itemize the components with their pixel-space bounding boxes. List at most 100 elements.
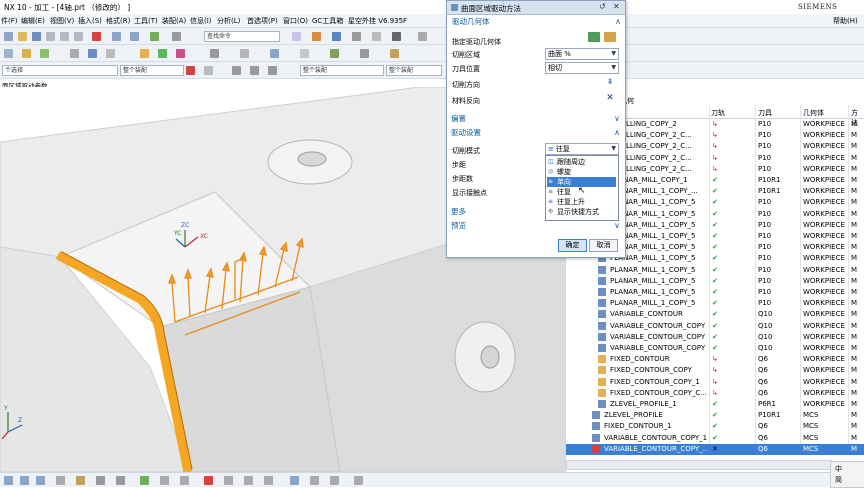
view-right-icon[interactable]	[36, 476, 45, 485]
snap-point-icon[interactable]	[232, 66, 241, 75]
menu-info[interactable]: 信息(I)	[190, 16, 212, 26]
tool-position-select[interactable]: 相切 ▼	[545, 62, 619, 74]
verify-icon[interactable]	[158, 49, 167, 58]
method-icon[interactable]	[88, 49, 97, 58]
deselect-icon[interactable]	[204, 66, 213, 75]
list-icon[interactable]	[210, 49, 219, 58]
move-icon[interactable]	[244, 476, 253, 485]
cut-icon[interactable]	[46, 32, 55, 41]
menu-preferences[interactable]: 首选项(P)	[247, 16, 278, 26]
cube-icon[interactable]	[332, 32, 341, 41]
menu-format[interactable]: 格式(R)	[106, 16, 130, 26]
paste-icon[interactable]	[74, 32, 83, 41]
view-top-icon[interactable]	[20, 476, 29, 485]
midpoint-icon[interactable]	[268, 66, 277, 75]
reset-icon[interactable]: ↺	[599, 2, 606, 11]
table-row[interactable]: PLANAR_MILL_1_COPY_5 ✔ P10 WORKPIECE M	[566, 265, 864, 276]
dialog-title-bar[interactable]: 曲面区域驱动方法 ↺ ✕	[447, 1, 625, 15]
option-spiral[interactable]: 螺旋	[547, 167, 616, 177]
scope-select[interactable]: 整个装配	[300, 65, 384, 76]
menu-assembly[interactable]: 装配(A)	[162, 16, 186, 26]
endpoint-icon[interactable]	[250, 66, 259, 75]
horizontal-scrollbar[interactable]	[566, 460, 832, 470]
table-row[interactable]: VARIABLE_CONTOUR_COPY ✔ Q10 WORKPIECE M	[566, 332, 864, 343]
edge-icon[interactable]	[76, 476, 85, 485]
wireframe-icon[interactable]	[56, 476, 65, 485]
view-front-icon[interactable]	[4, 476, 13, 485]
measure-distance-icon[interactable]	[354, 476, 363, 485]
program-icon[interactable]	[22, 49, 31, 58]
type-filter-select[interactable]: 个选择	[2, 65, 118, 76]
table-row[interactable]: PLANAR_MILL_1_COPY_5 ✔ P10 WORKPIECE M	[566, 287, 864, 298]
section-drive-settings[interactable]: 驱动设置 ∧	[448, 127, 623, 139]
table-row[interactable]: VARIABLE_CONTOUR ✔ Q10 WORKPIECE M	[566, 309, 864, 320]
undo-icon[interactable]	[112, 32, 121, 41]
option-follow-periphery[interactable]: 跟随周边	[547, 157, 616, 167]
table-row[interactable]: FIXED_CONTOUR_1 ✔ Q6 MCS M	[566, 421, 864, 432]
tool-icon[interactable]	[40, 49, 49, 58]
command-icon[interactable]	[150, 32, 159, 41]
grid-icon[interactable]	[292, 32, 301, 41]
snap-icon[interactable]	[360, 49, 369, 58]
menu-plugin[interactable]: 星空外挂 V6.935F	[348, 16, 407, 26]
table-row[interactable]: FIXED_CONTOUR_COPY_1 ↳ Q6 WORKPIECE M	[566, 377, 864, 388]
point-icon[interactable]	[140, 476, 149, 485]
show-icon[interactable]	[116, 476, 125, 485]
csys-icon[interactable]	[224, 476, 233, 485]
cut-pattern-select[interactable]: ≡ 往复 ▼	[545, 143, 619, 155]
snap-grid-icon[interactable]	[310, 476, 319, 485]
menu-edit[interactable]: 编辑(E)	[21, 16, 45, 26]
table-row[interactable]: ZLEVEL_PROFILE ✔ P10R1 MCS M	[566, 410, 864, 421]
table-row[interactable]: PLANAR_MILL_1_COPY_5 ✔ P10 WORKPIECE M	[566, 276, 864, 287]
table-row[interactable]: PLANAR_MILL_1_COPY_5 ✔ P10 WORKPIECE M	[566, 298, 864, 309]
menu-view[interactable]: 视图(V)	[50, 16, 74, 26]
layer-settings-icon[interactable]	[290, 476, 299, 485]
fit-icon[interactable]	[352, 32, 361, 41]
ok-button[interactable]: 确定	[558, 239, 587, 252]
measure-icon[interactable]	[390, 49, 399, 58]
open-icon[interactable]	[18, 32, 27, 41]
table-row[interactable]: VARIABLE_CONTOUR_COPY ✔ Q10 WORKPIECE M	[566, 321, 864, 332]
table-row[interactable]: VARIABLE_CONTOUR_COPY_1 ✔ Q6 MCS M	[566, 433, 864, 444]
feature-icon[interactable]	[300, 49, 309, 58]
section-icon[interactable]	[418, 32, 427, 41]
table-row[interactable]: FIXED_CONTOUR_COPY ↳ Q6 WORKPIECE M	[566, 365, 864, 376]
scope-select-2[interactable]: 整个装配	[386, 65, 442, 76]
delete-icon[interactable]	[92, 32, 101, 41]
table-row[interactable]: FIXED_CONTOUR_COPY_C... ↳ Q6 WORKPIECE M	[566, 388, 864, 399]
col-toolpath[interactable]: 刀轨	[711, 108, 725, 118]
cut-direction-icon[interactable]: ⇟	[604, 77, 616, 88]
option-show-shortcuts[interactable]: 显示快捷方式	[547, 207, 616, 217]
hide-icon[interactable]	[96, 476, 105, 485]
save-icon[interactable]	[32, 32, 41, 41]
operation-icon[interactable]	[106, 49, 115, 58]
filter-icon[interactable]	[330, 476, 339, 485]
select-face-icon[interactable]	[588, 32, 600, 42]
copy-icon[interactable]	[60, 32, 69, 41]
zoom-icon[interactable]	[372, 32, 381, 41]
col-tool[interactable]: 刀具	[758, 108, 772, 118]
cancel-button[interactable]: 取消	[589, 239, 618, 252]
table-row[interactable]: VARIABLE_CONTOUR_COPY ✔ Q10 WORKPIECE M	[566, 343, 864, 354]
table-row[interactable]: VARIABLE_CONTOUR_COPY_... ✕ Q6 MCS M	[566, 443, 864, 455]
postprocess-icon[interactable]	[176, 49, 185, 58]
ipw-icon[interactable]	[270, 49, 279, 58]
display-icon[interactable]	[604, 32, 616, 42]
cam-icon[interactable]	[4, 49, 13, 58]
section-preview[interactable]: 预览 ∨	[448, 220, 623, 232]
stop-icon[interactable]	[204, 476, 213, 485]
col-geometry[interactable]: 几何体	[803, 108, 824, 118]
layer-icon[interactable]	[330, 49, 339, 58]
menu-file[interactable]: 件(F)	[1, 16, 18, 26]
window-icon[interactable]	[172, 32, 181, 41]
shopdoc-icon[interactable]	[240, 49, 249, 58]
menu-help[interactable]: 帮助(H)	[833, 16, 858, 26]
close-icon[interactable]: ✕	[613, 2, 620, 11]
select-icon[interactable]	[186, 66, 195, 75]
vector-icon[interactable]	[160, 476, 169, 485]
material-reverse-icon[interactable]: ✕	[604, 93, 616, 104]
plane-icon[interactable]	[180, 476, 189, 485]
command-search-input[interactable]: 查找命令	[204, 31, 280, 42]
cut-region-select[interactable]: 曲面 % ▼	[545, 48, 619, 60]
option-zigzag-lift[interactable]: 往复上升	[547, 197, 616, 207]
